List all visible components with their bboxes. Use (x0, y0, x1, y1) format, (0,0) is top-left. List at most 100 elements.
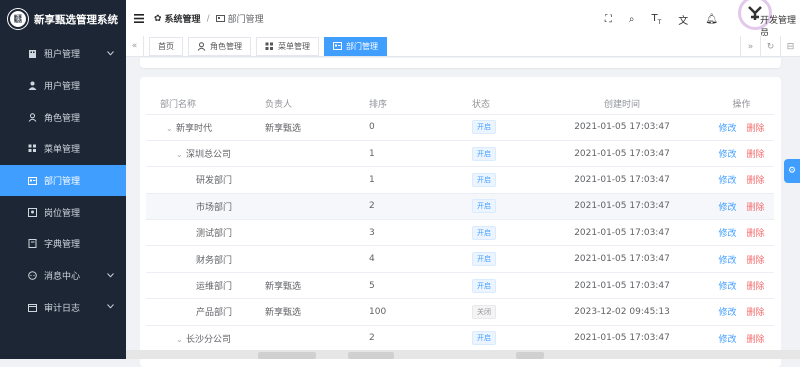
sidebar-item[interactable]: 字典管理 (0, 228, 126, 260)
sidebar-item[interactable]: 岗位管理 (0, 196, 126, 228)
sidebar-item[interactable]: 部门管理 (0, 164, 126, 197)
edit-button[interactable]: 修改 (718, 256, 736, 266)
chevron-down-icon (107, 49, 114, 59)
sidebar-item[interactable]: 消息中心 (0, 260, 126, 292)
id-card-icon (333, 42, 342, 50)
table-row[interactable]: 运维部门 新享甄选 5 开启 2021-01-05 17:03:47 修改 删除 (146, 272, 774, 300)
chevron-down-icon[interactable]: ⌄ (176, 150, 186, 159)
delete-button[interactable]: 删除 (747, 335, 765, 345)
close-all-icon[interactable]: ⊟ (780, 36, 800, 57)
cell-sort: 1 (355, 166, 458, 194)
cell-sort: 4 (355, 245, 458, 273)
tag-item[interactable]: 首页 (149, 36, 183, 56)
cell-status: 开启 (458, 325, 535, 353)
edit-button[interactable]: 修改 (718, 124, 736, 134)
refresh-icon[interactable]: ↻ (760, 36, 780, 57)
edit-button[interactable]: 修改 (718, 282, 736, 292)
tags-actions: » ↻ ⊟ (740, 36, 800, 57)
edit-button[interactable]: 修改 (718, 150, 736, 160)
chevron-down-icon[interactable]: ⌄ (176, 335, 186, 344)
sidebar-item-label: 岗位管理 (44, 208, 81, 219)
delete-button[interactable]: 删除 (747, 308, 765, 318)
fullscreen-icon[interactable]: ⛶ (605, 14, 612, 25)
dept-name: 新享时代 (176, 123, 213, 134)
sidebar-item[interactable]: 菜单管理 (0, 133, 126, 165)
delete-button[interactable]: 删除 (747, 203, 765, 213)
status-badge: 开启 (472, 120, 496, 135)
post-icon (28, 207, 37, 217)
cell-status: 开启 (458, 193, 535, 221)
cell-name: 产品部门 (146, 298, 251, 326)
cell-name: 研发部门 (146, 166, 251, 194)
sidebar-item-label: 菜单管理 (44, 145, 81, 156)
taskbar (126, 350, 800, 359)
col-header-actions: 操作 (709, 94, 774, 115)
settings-drawer-button[interactable]: ⚙ (784, 159, 800, 183)
breadcrumb-item-system[interactable]: ✿ 系统管理 (154, 12, 201, 26)
delete-button[interactable]: 删除 (747, 150, 765, 160)
cell-actions: 修改 删除 (709, 272, 774, 300)
tag-item[interactable]: 菜单管理 (256, 36, 319, 56)
bell-icon[interactable]: 🔔︎ (705, 14, 718, 25)
font-size-icon[interactable]: TT (652, 13, 662, 26)
table-row[interactable]: ⌄ 长沙分公司 2 开启 2021-01-05 17:03:47 修改 删除 (146, 325, 774, 353)
col-header-sort: 排序 (355, 94, 458, 115)
delete-button[interactable]: 删除 (747, 282, 765, 292)
sidebar-item[interactable]: 用户管理 (0, 70, 126, 102)
table-row[interactable]: 研发部门 1 开启 2021-01-05 17:03:47 修改 删除 (146, 166, 774, 194)
dept-name: 研发部门 (196, 176, 233, 187)
table-row[interactable]: 财务部门 4 开启 2021-01-05 17:03:47 修改 删除 (146, 245, 774, 273)
hamburger-icon[interactable] (134, 14, 144, 23)
edit-button[interactable]: 修改 (718, 335, 736, 345)
sidebar-item[interactable]: 租户管理 (0, 38, 126, 70)
cell-actions: 修改 删除 (709, 298, 774, 326)
cell-actions: 修改 删除 (709, 140, 774, 168)
cell-created: 2021-01-05 17:03:47 (535, 140, 709, 168)
delete-button[interactable]: 删除 (747, 256, 765, 266)
tags-scroll-right-icon[interactable]: » (740, 36, 760, 57)
dept-table-card: 部门名称 负责人 排序 状态 创建时间 操作 ⌄ 新享时代 新享甄选 0 开启 2021-… (140, 77, 781, 367)
dept-name: 测试部门 (196, 229, 233, 240)
cell-status: 开启 (458, 166, 535, 194)
table-row[interactable]: 产品部门 新享甄选 100 关闭 2023-12-02 09:45:13 修改 删除 (146, 298, 774, 326)
table-row[interactable]: 市场部门 2 开启 2021-01-05 17:03:47 修改 删除 (146, 193, 774, 221)
cell-created: 2021-01-05 17:03:47 (535, 114, 709, 141)
cell-name: 市场部门 (146, 193, 251, 221)
cell-leader (251, 140, 355, 168)
tag-label: 角色管理 (210, 41, 242, 51)
sidebar-item-label: 部门管理 (44, 177, 81, 188)
tag-item[interactable]: 角色管理 (188, 36, 251, 56)
status-badge: 开启 (472, 199, 496, 214)
dept-name: 市场部门 (196, 202, 233, 213)
sidebar-item-label: 租户管理 (44, 50, 81, 61)
cell-actions: 修改 删除 (709, 114, 774, 141)
table-row[interactable]: 测试部门 3 开启 2021-01-05 17:03:47 修改 删除 (146, 219, 774, 247)
tags-scroll-left-icon[interactable]: « (126, 35, 144, 57)
sidebar-item[interactable]: 审计日志 (0, 292, 126, 324)
dept-name: 财务部门 (196, 255, 233, 266)
cell-leader (251, 325, 355, 353)
table-row[interactable]: ⌄ 深圳总公司 1 开启 2021-01-05 17:03:47 修改 删除 (146, 140, 774, 168)
translate-icon[interactable]: 文 (678, 12, 688, 27)
cell-sort: 0 (355, 114, 458, 141)
sidebar-item-label: 字典管理 (44, 240, 81, 251)
chevron-down-icon[interactable]: ⌄ (166, 124, 176, 133)
dept-name: 产品部门 (196, 308, 233, 319)
delete-button[interactable]: 删除 (747, 176, 765, 186)
cell-name: 财务部门 (146, 245, 251, 273)
table-header-row: 部门名称 负责人 排序 状态 创建时间 操作 (146, 94, 774, 115)
delete-button[interactable]: 删除 (747, 124, 765, 134)
table-row[interactable]: ⌄ 新享时代 新享甄选 0 开启 2021-01-05 17:03:47 修改 删除 (146, 114, 774, 141)
cell-leader (251, 166, 355, 194)
edit-button[interactable]: 修改 (718, 229, 736, 239)
status-badge: 开启 (472, 331, 496, 346)
delete-button[interactable]: 删除 (747, 229, 765, 239)
search-icon[interactable]: ⌕ (629, 14, 635, 25)
sidebar: 新享 甄选 新享甄选管理系统 租户管理 用户管理 角色管理 菜单管理 部门管理 岗位管理 字典… (0, 0, 126, 359)
col-header-name: 部门名称 (146, 94, 251, 115)
edit-button[interactable]: 修改 (718, 203, 736, 213)
sidebar-item[interactable]: 角色管理 (0, 101, 126, 133)
tag-item[interactable]: 部门管理 (324, 36, 387, 56)
edit-button[interactable]: 修改 (718, 176, 736, 186)
edit-button[interactable]: 修改 (718, 308, 736, 318)
